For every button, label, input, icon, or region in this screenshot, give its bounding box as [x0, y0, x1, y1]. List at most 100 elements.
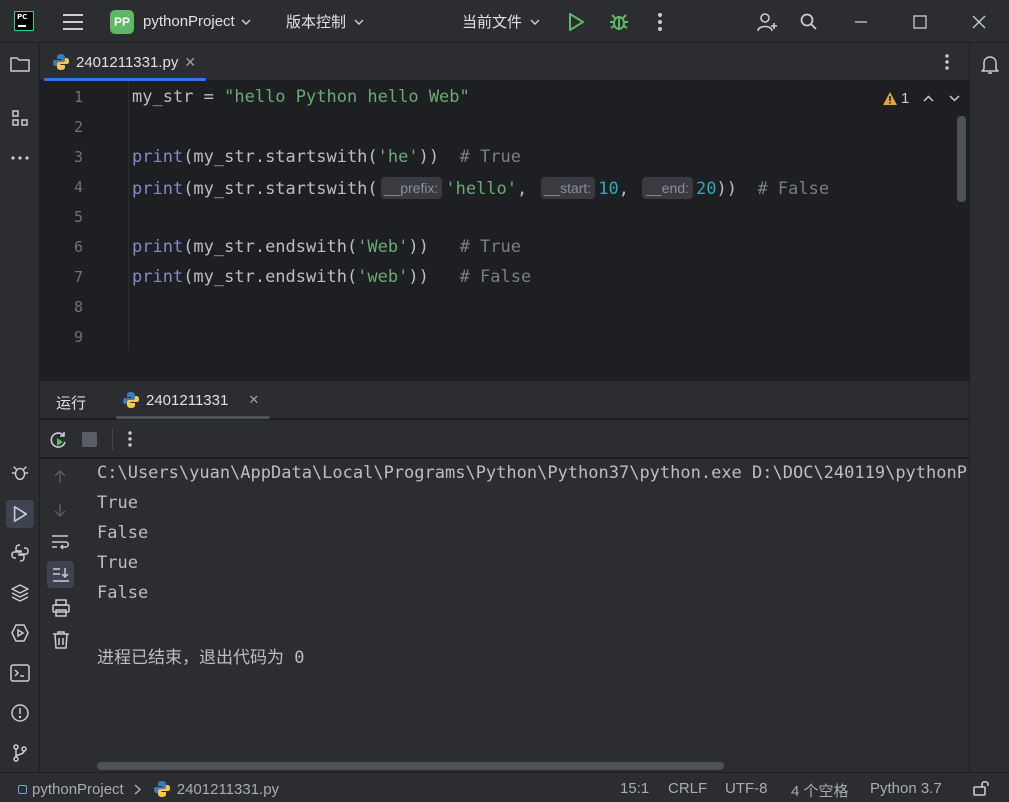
git-tool-button[interactable] — [8, 741, 32, 765]
minimize-icon — [855, 20, 867, 23]
more-tools-button[interactable] — [8, 146, 32, 170]
warning-count: 1 — [901, 90, 910, 107]
console-line: True — [97, 553, 138, 573]
vcs-label: 版本控制 — [286, 14, 347, 31]
line-number: 7 — [73, 268, 83, 286]
breadcrumb-project[interactable]: pythonProject — [32, 781, 124, 798]
project-badge[interactable]: PP — [110, 10, 134, 34]
debug-button[interactable] — [608, 0, 630, 43]
console-line: False — [97, 523, 149, 543]
code-editor[interactable]: 1 2 3 4 5 6 7 8 9 my_str = "hello Python… — [40, 82, 969, 350]
terminal-tool-button[interactable] — [8, 661, 32, 685]
stop-button[interactable] — [82, 432, 97, 447]
breadcrumb[interactable]: pythonProject 2401211331.py — [18, 780, 279, 798]
maximize-button[interactable] — [913, 0, 927, 43]
code-line-3: print(my_str.startswith('he')) # True — [132, 147, 521, 167]
console-horizontal-scrollbar[interactable] — [97, 762, 724, 770]
indent-setting[interactable]: 4 个空格 — [791, 780, 849, 801]
clear-console-button[interactable] — [52, 630, 70, 650]
scroll-up-button[interactable] — [52, 469, 68, 485]
arrow-up-icon — [54, 469, 66, 483]
console-side-toolbar — [40, 459, 82, 772]
bug-icon — [11, 466, 29, 481]
more-actions-button[interactable] — [652, 0, 668, 43]
run-config-selector[interactable]: 当前文件 — [462, 0, 540, 43]
git-branch-icon — [13, 744, 27, 762]
python-console-button[interactable] — [8, 541, 32, 565]
search-icon — [800, 13, 817, 30]
python-packages-button[interactable] — [8, 581, 32, 605]
run-tool-window-header: 运行 2401211331 ✕ — [40, 380, 969, 419]
close-window-button[interactable] — [972, 0, 986, 43]
chevron-down-icon[interactable] — [949, 95, 960, 102]
project-tool-button[interactable] — [8, 52, 32, 76]
vcs-selector[interactable]: 版本控制 — [286, 0, 364, 43]
line-number: 5 — [73, 208, 83, 226]
main-menu-button[interactable] — [62, 0, 84, 43]
debug-tool-button[interactable] — [8, 461, 32, 485]
line-number: 1 — [73, 88, 83, 106]
print-button[interactable] — [51, 599, 71, 617]
line-number: 4 — [73, 178, 83, 196]
chevron-down-icon — [530, 18, 540, 25]
warning-triangle-icon — [883, 92, 897, 105]
line-number: 8 — [73, 298, 83, 316]
breadcrumb-file[interactable]: 2401211331.py — [177, 781, 279, 798]
file-encoding[interactable]: UTF-8 — [725, 780, 768, 797]
chevron-up-icon[interactable] — [923, 95, 934, 102]
run-more-button[interactable] — [126, 430, 134, 448]
add-user-button[interactable] — [756, 0, 778, 43]
run-console-output[interactable]: C:\Users\yuan\AppData\Local\Programs\Pyt… — [82, 459, 969, 772]
close-run-tab-icon[interactable]: ✕ — [248, 392, 259, 408]
python-file-icon — [123, 392, 139, 408]
line-number: 2 — [73, 118, 83, 136]
line-separator[interactable]: CRLF — [668, 780, 707, 797]
rerun-button[interactable] — [48, 430, 68, 450]
code-line-7: print(my_str.endswith('web')) # False — [132, 267, 532, 287]
python-interpreter[interactable]: Python 3.7 — [870, 780, 942, 797]
run-config-label: 当前文件 — [462, 14, 523, 31]
editor-tab-bar: 2401211331.py ✕ — [40, 43, 969, 81]
more-horizontal-icon — [11, 156, 29, 160]
param-hint-end: __end: — [642, 177, 693, 199]
close-tab-icon[interactable]: ✕ — [184, 54, 196, 71]
run-tool-button[interactable] — [6, 500, 34, 528]
more-vertical-icon — [945, 54, 949, 70]
tab-options-button[interactable] — [943, 53, 951, 71]
scroll-down-button[interactable] — [52, 502, 68, 518]
bell-icon — [981, 56, 999, 74]
read-only-toggle[interactable] — [972, 779, 990, 797]
soft-wrap-button[interactable] — [50, 533, 70, 551]
python-file-icon — [153, 781, 170, 797]
active-tab-indicator — [44, 78, 206, 81]
editor-scrollbar[interactable] — [957, 116, 966, 202]
param-hint-prefix: __prefix: — [380, 177, 443, 199]
layers-icon — [11, 584, 29, 602]
warning-circle-icon — [11, 704, 29, 722]
caret-position[interactable]: 15:1 — [620, 780, 649, 797]
line-number: 3 — [73, 148, 83, 166]
scroll-to-end-button[interactable] — [47, 561, 74, 588]
soft-wrap-icon — [52, 535, 69, 550]
title-bar: PC PP pythonProject 版本控制 当前文件 — [0, 0, 1009, 43]
services-icon — [11, 624, 29, 642]
services-tool-button[interactable] — [8, 621, 32, 645]
problems-tool-button[interactable] — [8, 701, 32, 725]
inspection-widget[interactable]: 1 — [882, 90, 960, 107]
tab-2401211331-py[interactable]: 2401211331.py ✕ — [44, 43, 206, 81]
scroll-to-end-icon — [52, 567, 69, 582]
minimize-button[interactable] — [854, 0, 868, 43]
left-tool-strip — [0, 43, 40, 772]
line-number: 9 — [73, 328, 83, 346]
run-button[interactable] — [566, 0, 586, 43]
hamburger-menu-icon — [63, 13, 83, 30]
project-selector[interactable]: pythonProject — [143, 0, 251, 43]
more-vertical-icon — [128, 431, 132, 447]
run-tab-2401211331[interactable]: 2401211331 ✕ — [116, 381, 270, 419]
toolbar-divider — [112, 428, 113, 450]
notifications-button[interactable] — [978, 53, 1002, 77]
code-line-4: print(my_str.startswith(__prefix:'hello'… — [132, 177, 830, 199]
play-icon — [13, 505, 28, 523]
search-button[interactable] — [800, 0, 818, 43]
structure-tool-button[interactable] — [8, 106, 32, 130]
